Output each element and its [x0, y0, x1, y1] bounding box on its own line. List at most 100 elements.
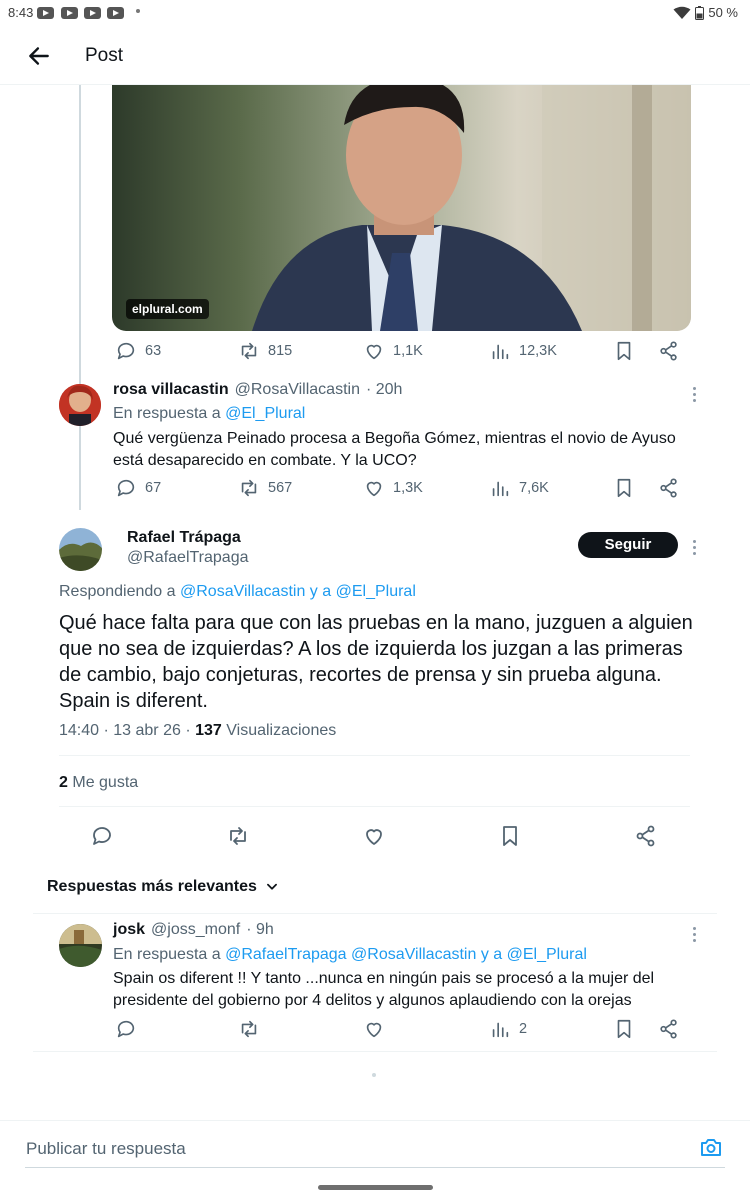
heart-icon — [366, 344, 382, 360]
reply-icon[interactable] — [90, 824, 114, 848]
views-button[interactable]: 7,6K — [489, 477, 549, 499]
share-icon[interactable] — [634, 824, 658, 848]
bookmark-button[interactable] — [613, 1018, 635, 1040]
reply-button[interactable]: 63 — [115, 340, 161, 362]
youtube-notification-icon — [37, 7, 54, 19]
back-arrow-icon[interactable] — [26, 43, 52, 69]
author-handle[interactable]: @RosaVillacastin — [235, 381, 360, 399]
likes-summary[interactable]: 2 Me gusta — [59, 774, 138, 792]
repost-icon[interactable] — [226, 824, 250, 848]
follow-button[interactable]: Seguir — [578, 532, 678, 558]
author-name[interactable]: rosa villacastin — [113, 381, 229, 399]
repost-icon — [241, 342, 257, 360]
sort-label: Respuestas más relevantes — [47, 878, 257, 895]
avatar[interactable] — [59, 528, 102, 571]
share-button[interactable] — [658, 477, 680, 499]
views-button[interactable]: 2 — [489, 1018, 527, 1040]
bookmark-icon — [617, 1019, 631, 1039]
author-handle[interactable]: @joss_monf — [151, 921, 240, 939]
divider — [33, 913, 717, 914]
post-text-line: Qué vergüenza Peinado procesa a Begoña G… — [113, 430, 676, 447]
reply-button[interactable] — [115, 1018, 137, 1040]
author-handle[interactable]: @RafaelTrapaga — [127, 549, 249, 567]
like-button[interactable]: 1,1K — [363, 340, 423, 362]
youtube-notification-icon — [61, 7, 78, 19]
analytics-icon — [492, 481, 509, 497]
mention-link[interactable]: @El_Plural — [507, 946, 587, 963]
like-button[interactable]: 1,3K — [363, 477, 423, 499]
reply-icon — [117, 342, 135, 360]
views-count: 7,6K — [519, 480, 549, 496]
chevron-down-icon — [266, 883, 277, 890]
divider — [59, 806, 690, 807]
analytics-icon — [492, 1022, 509, 1038]
replies-sort-dropdown[interactable]: Respuestas más relevantes — [47, 878, 279, 896]
mention-link[interactable]: @El_Plural — [225, 405, 305, 422]
bookmark-icon — [617, 341, 631, 361]
more-notifications-icon — [136, 9, 140, 13]
thread-connector — [79, 85, 81, 510]
share-button[interactable] — [658, 340, 680, 362]
mention-link[interactable]: @RosaVillacastin — [351, 946, 476, 963]
heart-icon — [366, 1022, 382, 1038]
gesture-nav-bar[interactable] — [318, 1185, 433, 1190]
bookmark-button[interactable] — [613, 340, 635, 362]
top-app-bar: Post — [0, 26, 750, 85]
author-name[interactable]: josk — [113, 921, 145, 939]
post-time: · 20h — [365, 381, 403, 398]
repost-button[interactable]: 815 — [238, 340, 292, 362]
repost-button[interactable]: 567 — [238, 477, 292, 499]
post-metadata: 14:40 · 13 abr 26 · 137 Visualizaciones — [59, 722, 336, 740]
main-post-text: Qué hace falta para que con las pruebas … — [59, 612, 693, 712]
link-card-image[interactable]: elplural.com — [112, 85, 691, 331]
post-timestamp: 14:40 · 13 abr 26 · — [59, 722, 191, 739]
post-action-bar: 67 567 1,3K 7,6K — [115, 477, 685, 507]
author-name[interactable]: Rafael Trápaga — [127, 529, 241, 547]
heart-icon[interactable] — [362, 824, 386, 848]
mention-link[interactable]: @RafaelTrapaga — [225, 946, 347, 963]
avatar[interactable] — [59, 924, 102, 967]
status-bar: 8:43 50 % — [0, 0, 750, 26]
status-time: 8:43 — [8, 5, 34, 20]
views-count: 2 — [519, 1021, 528, 1037]
divider — [33, 1051, 717, 1052]
post-text: Spain os diferent !! Y tanto ...nunca en… — [113, 968, 713, 1012]
bookmark-icon[interactable] — [498, 824, 522, 848]
bookmark-icon — [617, 478, 631, 498]
views-label: Visualizaciones — [226, 722, 337, 739]
reply-prefix: En respuesta a — [113, 405, 221, 422]
like-button[interactable] — [363, 1018, 385, 1040]
mention-link[interactable]: @RosaVillacastin — [180, 583, 305, 600]
post-text: Qué vergüenza Peinado procesa a Begoña G… — [113, 428, 703, 472]
news-photo — [252, 85, 691, 331]
share-icon — [660, 1019, 677, 1039]
post-author-row: rosa villacastin @RosaVillacastin · 20h — [113, 381, 402, 399]
share-icon — [660, 478, 677, 498]
heart-icon — [366, 481, 382, 497]
reply-prefix: Respondiendo a — [59, 583, 176, 600]
camera-icon[interactable] — [699, 1135, 723, 1159]
post-action-bar: 63 815 1,1K 12,3K — [115, 340, 685, 370]
views-button[interactable]: 12,3K — [489, 340, 557, 362]
more-options-icon[interactable] — [693, 387, 697, 405]
reply-input[interactable]: Publicar tu respuesta — [26, 1139, 186, 1159]
like-count: 1,3K — [393, 480, 423, 496]
repost-button[interactable] — [238, 1018, 260, 1040]
reply-icon — [117, 1020, 135, 1038]
bookmark-button[interactable] — [613, 477, 635, 499]
more-options-icon[interactable] — [693, 927, 697, 945]
like-count: 1,1K — [393, 343, 423, 359]
views-count: 137 — [195, 722, 222, 739]
reply-context: En respuesta a @El_Plural — [113, 403, 305, 425]
avatar[interactable] — [59, 384, 101, 426]
share-button[interactable] — [658, 1018, 680, 1040]
likes-label: Me gusta — [72, 774, 139, 791]
avatar-photo — [59, 384, 101, 426]
analytics-icon — [492, 344, 509, 360]
page-title: Post — [85, 45, 124, 66]
more-options-icon[interactable] — [693, 540, 697, 558]
mention-link[interactable]: @El_Plural — [336, 583, 416, 600]
reply-icon — [117, 479, 135, 497]
reply-button[interactable]: 67 — [115, 477, 161, 499]
post-text-line: Spain os diferent !! Y tanto ...nunca en… — [113, 970, 655, 987]
